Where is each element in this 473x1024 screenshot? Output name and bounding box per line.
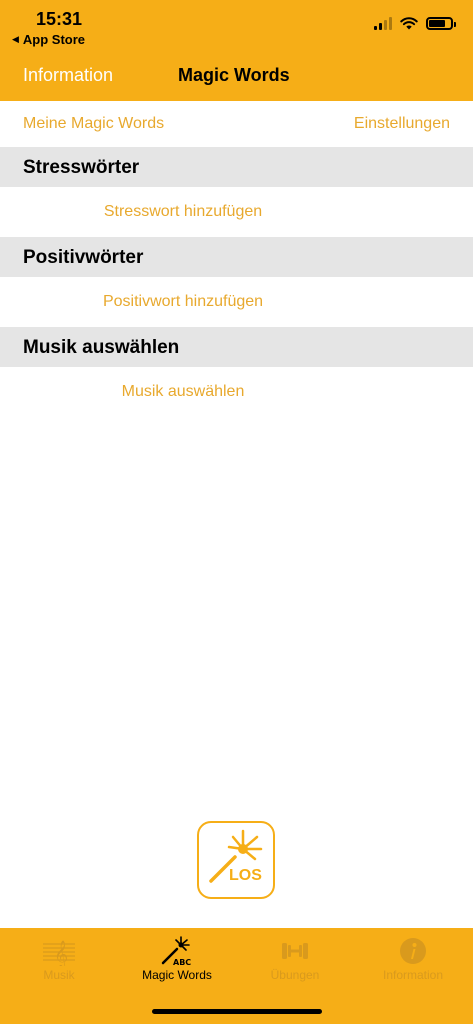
- tab-uebungen[interactable]: Übungen: [236, 928, 354, 998]
- triangle-left-icon: ◀: [12, 34, 19, 44]
- treble-clef-icon: 𝄞: [41, 936, 77, 966]
- einstellungen-link[interactable]: Einstellungen: [354, 115, 450, 133]
- page-title: Magic Words: [178, 65, 290, 85]
- section-title: Positivwörter: [23, 247, 144, 268]
- section-header-musik: Musik auswählen: [0, 327, 473, 367]
- dumbbell-icon: [280, 936, 310, 966]
- add-stresswort-button[interactable]: Stresswort hinzufügen: [0, 203, 366, 221]
- meine-magic-words-link[interactable]: Meine Magic Words: [23, 115, 164, 133]
- info-icon: [399, 936, 427, 966]
- tab-label: Magic Words: [142, 968, 212, 982]
- add-stresswort-row[interactable]: Stresswort hinzufügen: [0, 187, 473, 237]
- cellular-signal-icon: [374, 17, 392, 30]
- magic-wand-abc-icon: ABC: [159, 936, 195, 966]
- wifi-icon: [400, 17, 418, 30]
- add-positivwort-row[interactable]: Positivwort hinzufügen: [0, 277, 473, 327]
- back-to-app-store[interactable]: ◀ App Store: [12, 32, 85, 47]
- section-title: Stresswörter: [23, 157, 140, 178]
- svg-text:ABC: ABC: [173, 958, 191, 966]
- tab-musik[interactable]: 𝄞 Musik: [0, 928, 118, 998]
- magic-words-screen: 15:31 ◀ App Store Information Magic Word…: [0, 0, 473, 1024]
- section-title: Musik auswählen: [23, 337, 180, 358]
- select-music-row[interactable]: Musik auswählen: [0, 367, 473, 417]
- battery-icon: [426, 17, 456, 30]
- section-header-stresswoerter: Stresswörter: [0, 147, 473, 187]
- magic-wand-icon: [209, 829, 263, 883]
- section-header-positivwoerter: Positivwörter: [0, 237, 473, 277]
- los-button[interactable]: LOS: [197, 821, 275, 899]
- svg-text:𝄞: 𝄞: [54, 940, 68, 966]
- header: 15:31 ◀ App Store Information Magic Word…: [0, 0, 473, 101]
- select-music-button[interactable]: Musik auswählen: [0, 383, 366, 401]
- add-positivwort-button[interactable]: Positivwort hinzufügen: [0, 293, 366, 311]
- links-row: Meine Magic Words Einstellungen: [0, 101, 473, 147]
- tab-label: Musik: [43, 968, 75, 982]
- nav-back-button[interactable]: Information: [23, 65, 113, 86]
- tab-information[interactable]: Information: [354, 928, 472, 998]
- home-indicator: [152, 1009, 322, 1014]
- los-label: LOS: [229, 867, 262, 884]
- back-app-label: App Store: [22, 32, 86, 47]
- tab-label: Übungen: [270, 968, 320, 982]
- tab-label: Information: [382, 968, 444, 982]
- status-icons: [374, 17, 456, 30]
- status-time: 15:31: [36, 9, 83, 29]
- tab-magic-words[interactable]: ABC Magic Words: [118, 928, 236, 998]
